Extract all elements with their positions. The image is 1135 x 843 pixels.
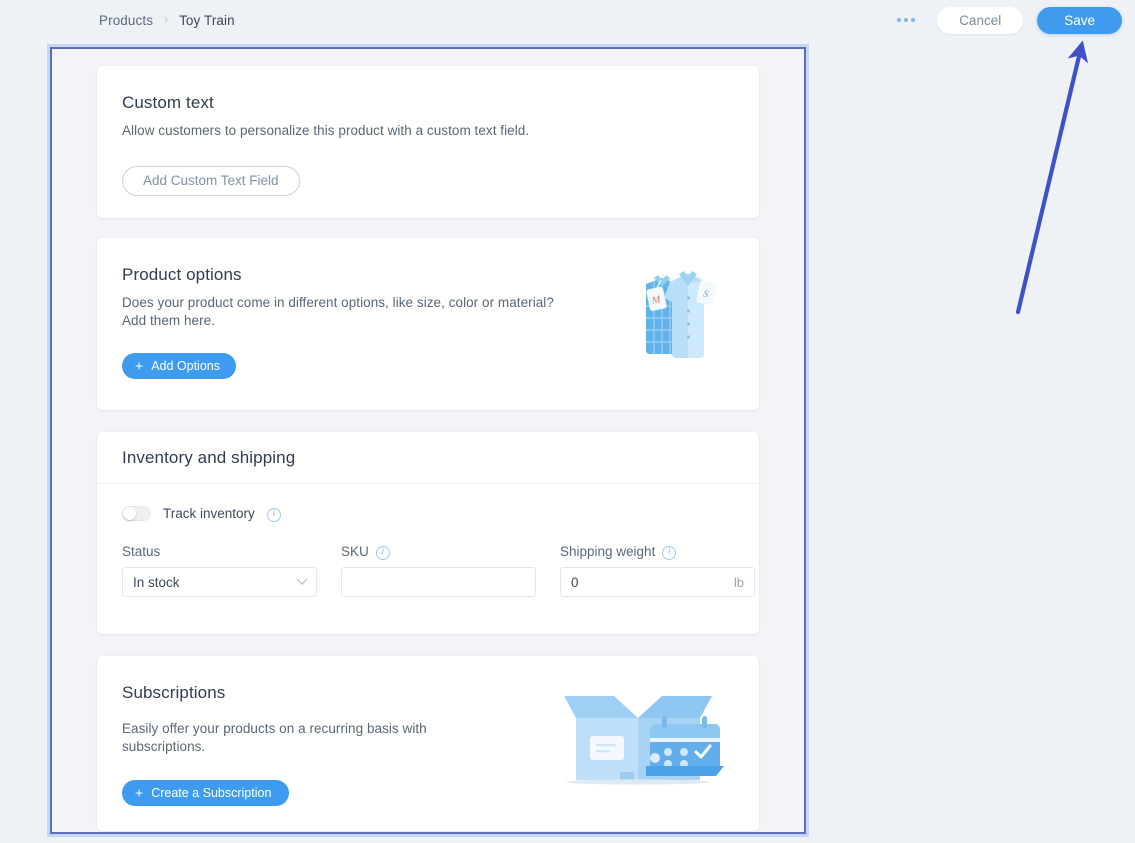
- info-icon[interactable]: i: [376, 546, 390, 560]
- sku-label-row: SKU i: [341, 544, 536, 559]
- shipping-weight-value: 0: [571, 575, 579, 590]
- toggle-knob: [123, 507, 136, 520]
- inventory-card-body: Track inventory i Status In stock SKU: [97, 484, 759, 597]
- inventory-title: Inventory and shipping: [122, 448, 295, 468]
- inventory-and-shipping-card: Inventory and shipping Track inventory i…: [97, 432, 759, 634]
- add-options-label: Add Options: [151, 359, 220, 373]
- dot: [904, 18, 908, 22]
- plus-icon: +: [135, 359, 143, 373]
- status-label: Status: [122, 544, 160, 559]
- chevron-down-icon: [296, 574, 307, 585]
- cancel-button[interactable]: Cancel: [937, 7, 1023, 34]
- shipping-weight-label-row: Shipping weight i: [560, 544, 755, 559]
- product-options-card: Product options Does your product come i…: [97, 238, 759, 410]
- sku-label: SKU: [341, 544, 369, 559]
- track-inventory-row: Track inventory i: [122, 506, 734, 521]
- weight-unit-label: lb: [734, 575, 744, 590]
- sku-field: SKU i: [341, 544, 536, 597]
- subscriptions-card: Subscriptions Easily offer your products…: [97, 656, 759, 831]
- inventory-card-header: Inventory and shipping: [97, 432, 759, 484]
- create-a-subscription-button[interactable]: + Create a Subscription: [122, 780, 289, 806]
- info-icon[interactable]: i: [662, 546, 676, 560]
- annotation-arrow: [995, 30, 1105, 330]
- product-options-description: Does your product come in different opti…: [122, 294, 562, 330]
- sku-input[interactable]: [341, 567, 536, 597]
- info-icon[interactable]: i: [267, 508, 281, 522]
- status-value: In stock: [133, 575, 180, 590]
- breadcrumb-link-products[interactable]: Products: [99, 13, 153, 28]
- custom-text-description: Allow customers to personalize this prod…: [122, 122, 734, 140]
- shipping-weight-field: Shipping weight i 0 lb: [560, 544, 755, 597]
- subscriptions-description: Easily offer your products on a recurrin…: [122, 720, 452, 756]
- dot: [911, 18, 915, 22]
- shipping-weight-input[interactable]: 0 lb: [560, 567, 755, 597]
- breadcrumb: Products › Toy Train: [99, 13, 235, 28]
- inventory-fields-row: Status In stock SKU i: [122, 544, 734, 597]
- more-options-icon[interactable]: [889, 7, 923, 33]
- save-button[interactable]: Save: [1037, 7, 1122, 34]
- top-bar: Products › Toy Train Cancel Save: [0, 0, 1135, 40]
- product-settings-scroll-region[interactable]: Custom text Allow customers to personali…: [50, 47, 806, 834]
- status-select[interactable]: In stock: [122, 567, 317, 597]
- top-bar-actions: Cancel Save: [889, 7, 1122, 34]
- shirts-illustration: M S: [632, 258, 732, 373]
- subscription-box-illustration: [554, 686, 729, 791]
- dot: [897, 18, 901, 22]
- add-options-button[interactable]: + Add Options: [122, 353, 236, 379]
- breadcrumb-current-toy-train: Toy Train: [179, 13, 235, 28]
- custom-text-title: Custom text: [122, 93, 734, 113]
- custom-text-card: Custom text Allow customers to personali…: [97, 66, 759, 218]
- track-inventory-toggle[interactable]: [122, 506, 151, 521]
- chevron-right-icon: ›: [164, 13, 168, 25]
- shipping-weight-label: Shipping weight: [560, 544, 655, 559]
- track-inventory-label: Track inventory: [163, 506, 255, 521]
- status-label-row: Status: [122, 544, 317, 559]
- add-custom-text-field-button[interactable]: Add Custom Text Field: [122, 166, 300, 196]
- create-subscription-label: Create a Subscription: [151, 786, 271, 800]
- status-field: Status In stock: [122, 544, 317, 597]
- plus-icon: +: [135, 786, 143, 800]
